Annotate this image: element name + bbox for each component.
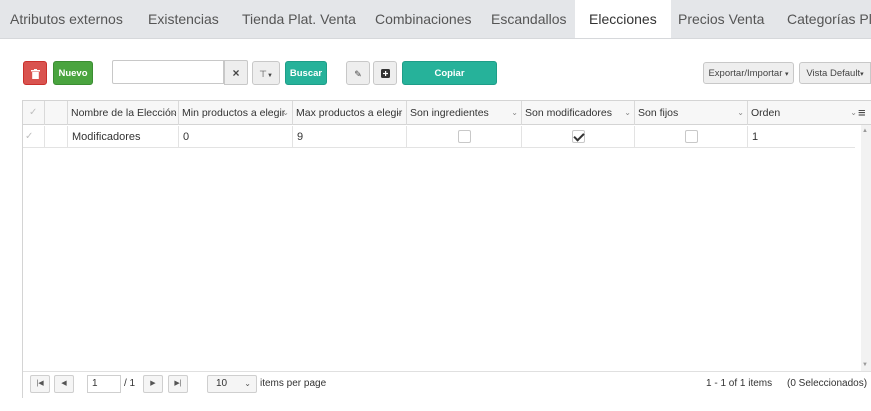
chevron-down-icon: ⌄ <box>737 108 744 117</box>
search-input[interactable] <box>112 60 224 84</box>
tab-categorias-plat[interactable]: Categorías Plat <box>787 0 871 38</box>
son-modificadores-checkbox[interactable] <box>572 130 585 143</box>
filter-icon: ⊤ <box>259 69 267 79</box>
grid-header: ✓ Nombre de la Elección ⌄ Min productos a… <box>23 101 871 125</box>
chevron-down-icon: ⌄ <box>171 108 178 117</box>
header-spacer <box>44 101 67 125</box>
tab-precios-venta[interactable]: Precios Venta <box>678 0 764 38</box>
delete-button[interactable] <box>23 61 47 85</box>
header-son-fijos[interactable]: Son fijos ⌄ <box>634 101 747 125</box>
add-button[interactable] <box>373 61 397 85</box>
prev-page-button[interactable]: ◀ <box>54 375 74 393</box>
new-button[interactable]: Nuevo <box>53 61 93 85</box>
tab-elecciones[interactable]: Elecciones <box>575 0 671 38</box>
tab-atributos-externos[interactable]: Atributos externos <box>10 0 123 38</box>
chevron-down-icon: ⌄ <box>511 108 518 117</box>
son-ingredientes-checkbox[interactable] <box>458 130 471 143</box>
cell-min: 0 <box>178 126 292 148</box>
cell-son-fijos <box>634 126 747 148</box>
scroll-down-icon[interactable]: ▼ <box>862 362 868 368</box>
page-number-input[interactable]: 1 <box>87 375 121 393</box>
filter-dropdown-button[interactable]: ⊤▼ <box>252 61 280 85</box>
cell-son-modificadores <box>521 126 634 148</box>
tab-tienda-plat-venta[interactable]: Tienda Plat. Venta <box>242 0 356 38</box>
column-menu-button[interactable]: ≡ <box>857 101 871 125</box>
items-summary: 1 - 1 of 1 items <box>706 378 773 389</box>
edit-icon: ✎ <box>354 69 362 79</box>
row-spacer <box>44 126 67 148</box>
clear-search-button[interactable]: × <box>224 60 248 85</box>
pager: |◀ ◀ 1 / 1 ▶ ▶| 10 ⌄ items per page 1 - 1… <box>23 371 871 399</box>
export-import-dropdown[interactable]: Exportar/Importar ▾ <box>703 62 794 84</box>
view-dropdown[interactable]: Vista Default▾ <box>799 62 871 84</box>
check-icon: ✓ <box>29 107 38 118</box>
edit-button[interactable]: ✎ <box>346 61 370 85</box>
header-max[interactable]: Max productos a elegir ⌄ <box>292 101 406 125</box>
tab-combinaciones[interactable]: Combinaciones <box>375 0 472 38</box>
chevron-down-icon: ⌄ <box>282 108 289 117</box>
scroll-up-icon[interactable]: ▲ <box>862 128 868 134</box>
cell-son-ingredientes <box>406 126 521 148</box>
total-pages-label: / 1 <box>124 378 136 389</box>
chevron-down-icon: ⌄ <box>396 108 403 117</box>
selected-count: (0 Seleccionados) <box>787 378 868 389</box>
tab-existencias[interactable]: Existencias <box>148 0 219 38</box>
caret-down-icon: ▾ <box>860 71 864 78</box>
chevron-down-icon: ⌄ <box>850 108 857 117</box>
trash-icon <box>30 69 40 79</box>
select-all-header[interactable]: ✓ <box>23 101 44 125</box>
items-per-page-label: items per page <box>260 378 327 389</box>
next-page-button[interactable]: ▶ <box>143 375 163 393</box>
cell-orden: 1 <box>747 126 855 148</box>
table-row[interactable]: ✓ Modificadores 0 9 1 <box>23 126 855 148</box>
copy-config-button[interactable]: Copiar configuración <box>402 61 497 103</box>
cell-nombre: Modificadores <box>67 126 181 148</box>
first-page-button[interactable]: |◀ <box>30 375 50 393</box>
chevron-down-icon: ⌄ <box>244 379 251 388</box>
grid-scrollbar[interactable]: ▲ ▼ <box>861 125 871 371</box>
last-page-button[interactable]: ▶| <box>168 375 188 393</box>
header-son-ingredientes[interactable]: Son ingredientes ⌄ <box>406 101 521 125</box>
page-size-select[interactable]: 10 ⌄ <box>207 375 257 393</box>
header-orden[interactable]: Orden ⌄ <box>747 101 860 125</box>
row-select-cell[interactable]: ✓ <box>23 126 44 148</box>
header-min[interactable]: Min productos a elegir ⌄ <box>178 101 292 125</box>
search-button[interactable]: Buscar <box>285 61 327 85</box>
plus-square-icon <box>380 69 390 78</box>
hamburger-icon: ≡ <box>858 105 866 120</box>
chevron-down-icon: ⌄ <box>624 108 631 117</box>
check-icon: ✓ <box>25 131 34 142</box>
header-son-modificadores[interactable]: Son modificadores ⌄ <box>521 101 634 125</box>
header-nombre[interactable]: Nombre de la Elección ⌄ <box>67 101 181 125</box>
elecciones-grid: ✓ Nombre de la Elección ⌄ Min productos a… <box>22 100 871 399</box>
tab-escandallos[interactable]: Escandallos <box>491 0 567 38</box>
tab-bar: Atributos externos Existencias Tienda Pl… <box>0 0 871 39</box>
son-fijos-checkbox[interactable] <box>685 130 698 143</box>
cell-max: 9 <box>292 126 406 148</box>
caret-down-icon: ▾ <box>785 71 789 78</box>
